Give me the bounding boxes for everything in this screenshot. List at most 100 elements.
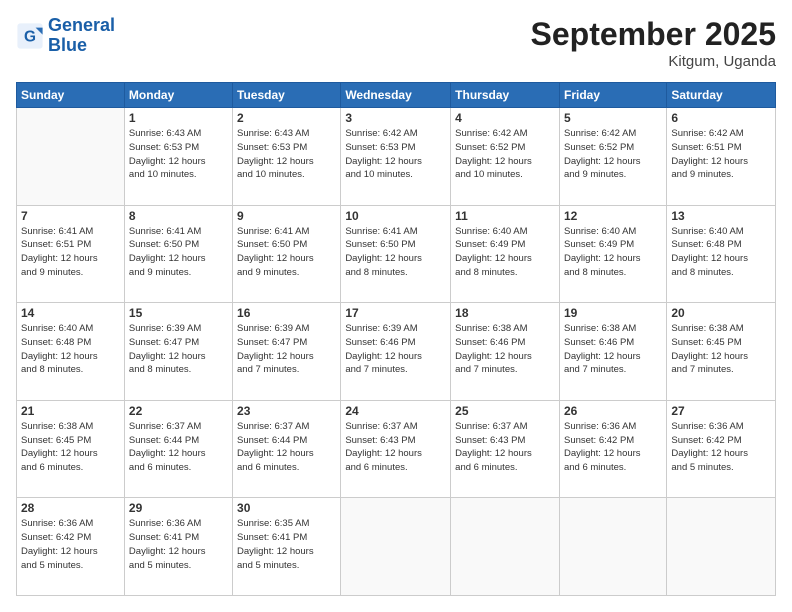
day-number: 17: [345, 306, 446, 320]
header: G General Blue September 2025 Kitgum, Ug…: [16, 16, 776, 70]
header-cell-monday: Monday: [124, 83, 232, 108]
day-number: 26: [564, 404, 662, 418]
day-info: Sunrise: 6:39 AM Sunset: 6:46 PM Dayligh…: [345, 322, 446, 377]
header-cell-thursday: Thursday: [451, 83, 560, 108]
week-row-2: 7 Sunrise: 6:41 AM Sunset: 6:51 PM Daylig…: [17, 205, 776, 303]
day-number: 14: [21, 306, 120, 320]
day-cell: 14 Sunrise: 6:40 AM Sunset: 6:48 PM Dayli…: [17, 303, 125, 401]
day-cell: 5 Sunrise: 6:42 AM Sunset: 6:52 PM Daylig…: [559, 108, 666, 206]
day-number: 3: [345, 111, 446, 125]
day-number: 12: [564, 209, 662, 223]
day-cell: 19Sunrise: 6:38 AM Sunset: 6:46 PM Dayli…: [559, 303, 666, 401]
header-cell-tuesday: Tuesday: [233, 83, 341, 108]
day-info: Sunrise: 6:38 AM Sunset: 6:45 PM Dayligh…: [671, 322, 771, 377]
header-cell-wednesday: Wednesday: [341, 83, 451, 108]
day-info: Sunrise: 6:42 AM Sunset: 6:51 PM Dayligh…: [671, 127, 771, 182]
day-number: 6: [671, 111, 771, 125]
day-cell: 24Sunrise: 6:37 AM Sunset: 6:43 PM Dayli…: [341, 400, 451, 498]
day-number: 18: [455, 306, 555, 320]
day-info: Sunrise: 6:36 AM Sunset: 6:42 PM Dayligh…: [564, 420, 662, 475]
day-number: 10: [345, 209, 446, 223]
day-cell: 9 Sunrise: 6:41 AM Sunset: 6:50 PM Daylig…: [233, 205, 341, 303]
day-number: 7: [21, 209, 120, 223]
day-number: 16: [237, 306, 336, 320]
header-cell-sunday: Sunday: [17, 83, 125, 108]
day-number: 9: [237, 209, 336, 223]
day-info: Sunrise: 6:36 AM Sunset: 6:42 PM Dayligh…: [21, 517, 120, 572]
day-cell: 22 Sunrise: 6:37 AM Sunset: 6:44 PM Dayli…: [124, 400, 232, 498]
day-info: Sunrise: 6:41 AM Sunset: 6:51 PM Dayligh…: [21, 225, 120, 280]
day-info: Sunrise: 6:40 AM Sunset: 6:48 PM Dayligh…: [21, 322, 120, 377]
logo-icon: G: [16, 22, 44, 50]
day-number: 19: [564, 306, 662, 320]
day-info: Sunrise: 6:35 AM Sunset: 6:41 PM Dayligh…: [237, 517, 336, 572]
header-cell-saturday: Saturday: [667, 83, 776, 108]
day-info: Sunrise: 6:36 AM Sunset: 6:41 PM Dayligh…: [129, 517, 228, 572]
week-row-4: 21 Sunrise: 6:38 AM Sunset: 6:45 PM Dayli…: [17, 400, 776, 498]
week-row-3: 14 Sunrise: 6:40 AM Sunset: 6:48 PM Dayli…: [17, 303, 776, 401]
week-row-5: 28Sunrise: 6:36 AM Sunset: 6:42 PM Dayli…: [17, 498, 776, 596]
day-cell: [17, 108, 125, 206]
day-cell: [667, 498, 776, 596]
day-cell: 21 Sunrise: 6:38 AM Sunset: 6:45 PM Dayli…: [17, 400, 125, 498]
header-cell-friday: Friday: [559, 83, 666, 108]
day-number: 20: [671, 306, 771, 320]
day-cell: 7 Sunrise: 6:41 AM Sunset: 6:51 PM Daylig…: [17, 205, 125, 303]
page: G General Blue September 2025 Kitgum, Ug…: [0, 0, 792, 612]
title-block: September 2025 Kitgum, Uganda: [531, 16, 776, 70]
day-number: 29: [129, 501, 228, 515]
day-cell: 29 Sunrise: 6:36 AM Sunset: 6:41 PM Dayli…: [124, 498, 232, 596]
day-info: Sunrise: 6:43 AM Sunset: 6:53 PM Dayligh…: [129, 127, 228, 182]
day-cell: 12Sunrise: 6:40 AM Sunset: 6:49 PM Dayli…: [559, 205, 666, 303]
day-info: Sunrise: 6:41 AM Sunset: 6:50 PM Dayligh…: [129, 225, 228, 280]
logo: G General Blue: [16, 16, 115, 56]
day-cell: 1 Sunrise: 6:43 AM Sunset: 6:53 PM Daylig…: [124, 108, 232, 206]
day-number: 23: [237, 404, 336, 418]
day-info: Sunrise: 6:37 AM Sunset: 6:44 PM Dayligh…: [129, 420, 228, 475]
month-title: September 2025: [531, 16, 776, 53]
location: Kitgum, Uganda: [531, 53, 776, 70]
day-number: 1: [129, 111, 228, 125]
day-number: 15: [129, 306, 228, 320]
day-info: Sunrise: 6:37 AM Sunset: 6:44 PM Dayligh…: [237, 420, 336, 475]
day-number: 2: [237, 111, 336, 125]
day-info: Sunrise: 6:40 AM Sunset: 6:49 PM Dayligh…: [455, 225, 555, 280]
day-info: Sunrise: 6:41 AM Sunset: 6:50 PM Dayligh…: [345, 225, 446, 280]
day-cell: 15 Sunrise: 6:39 AM Sunset: 6:47 PM Dayli…: [124, 303, 232, 401]
day-info: Sunrise: 6:37 AM Sunset: 6:43 PM Dayligh…: [455, 420, 555, 475]
header-row: SundayMondayTuesdayWednesdayThursdayFrid…: [17, 83, 776, 108]
svg-text:G: G: [24, 28, 36, 45]
day-info: Sunrise: 6:42 AM Sunset: 6:52 PM Dayligh…: [564, 127, 662, 182]
day-cell: 28Sunrise: 6:36 AM Sunset: 6:42 PM Dayli…: [17, 498, 125, 596]
day-number: 22: [129, 404, 228, 418]
day-info: Sunrise: 6:39 AM Sunset: 6:47 PM Dayligh…: [237, 322, 336, 377]
day-cell: 20 Sunrise: 6:38 AM Sunset: 6:45 PM Dayli…: [667, 303, 776, 401]
day-info: Sunrise: 6:42 AM Sunset: 6:52 PM Dayligh…: [455, 127, 555, 182]
day-number: 30: [237, 501, 336, 515]
day-cell: 13 Sunrise: 6:40 AM Sunset: 6:48 PM Dayli…: [667, 205, 776, 303]
day-info: Sunrise: 6:38 AM Sunset: 6:45 PM Dayligh…: [21, 420, 120, 475]
day-cell: 18 Sunrise: 6:38 AM Sunset: 6:46 PM Dayli…: [451, 303, 560, 401]
day-number: 24: [345, 404, 446, 418]
day-cell: 23 Sunrise: 6:37 AM Sunset: 6:44 PM Dayli…: [233, 400, 341, 498]
day-cell: 25Sunrise: 6:37 AM Sunset: 6:43 PM Dayli…: [451, 400, 560, 498]
day-number: 5: [564, 111, 662, 125]
day-number: 21: [21, 404, 120, 418]
day-number: 13: [671, 209, 771, 223]
day-cell: [559, 498, 666, 596]
day-cell: 16 Sunrise: 6:39 AM Sunset: 6:47 PM Dayli…: [233, 303, 341, 401]
day-cell: 10 Sunrise: 6:41 AM Sunset: 6:50 PM Dayli…: [341, 205, 451, 303]
day-cell: [341, 498, 451, 596]
day-info: Sunrise: 6:38 AM Sunset: 6:46 PM Dayligh…: [455, 322, 555, 377]
day-info: Sunrise: 6:41 AM Sunset: 6:50 PM Dayligh…: [237, 225, 336, 280]
day-info: Sunrise: 6:39 AM Sunset: 6:47 PM Dayligh…: [129, 322, 228, 377]
day-info: Sunrise: 6:36 AM Sunset: 6:42 PM Dayligh…: [671, 420, 771, 475]
day-info: Sunrise: 6:40 AM Sunset: 6:48 PM Dayligh…: [671, 225, 771, 280]
calendar: SundayMondayTuesdayWednesdayThursdayFrid…: [16, 82, 776, 596]
week-row-1: 1 Sunrise: 6:43 AM Sunset: 6:53 PM Daylig…: [17, 108, 776, 206]
day-cell: 4Sunrise: 6:42 AM Sunset: 6:52 PM Daylig…: [451, 108, 560, 206]
day-number: 8: [129, 209, 228, 223]
day-cell: 26 Sunrise: 6:36 AM Sunset: 6:42 PM Dayli…: [559, 400, 666, 498]
day-info: Sunrise: 6:43 AM Sunset: 6:53 PM Dayligh…: [237, 127, 336, 182]
day-number: 27: [671, 404, 771, 418]
